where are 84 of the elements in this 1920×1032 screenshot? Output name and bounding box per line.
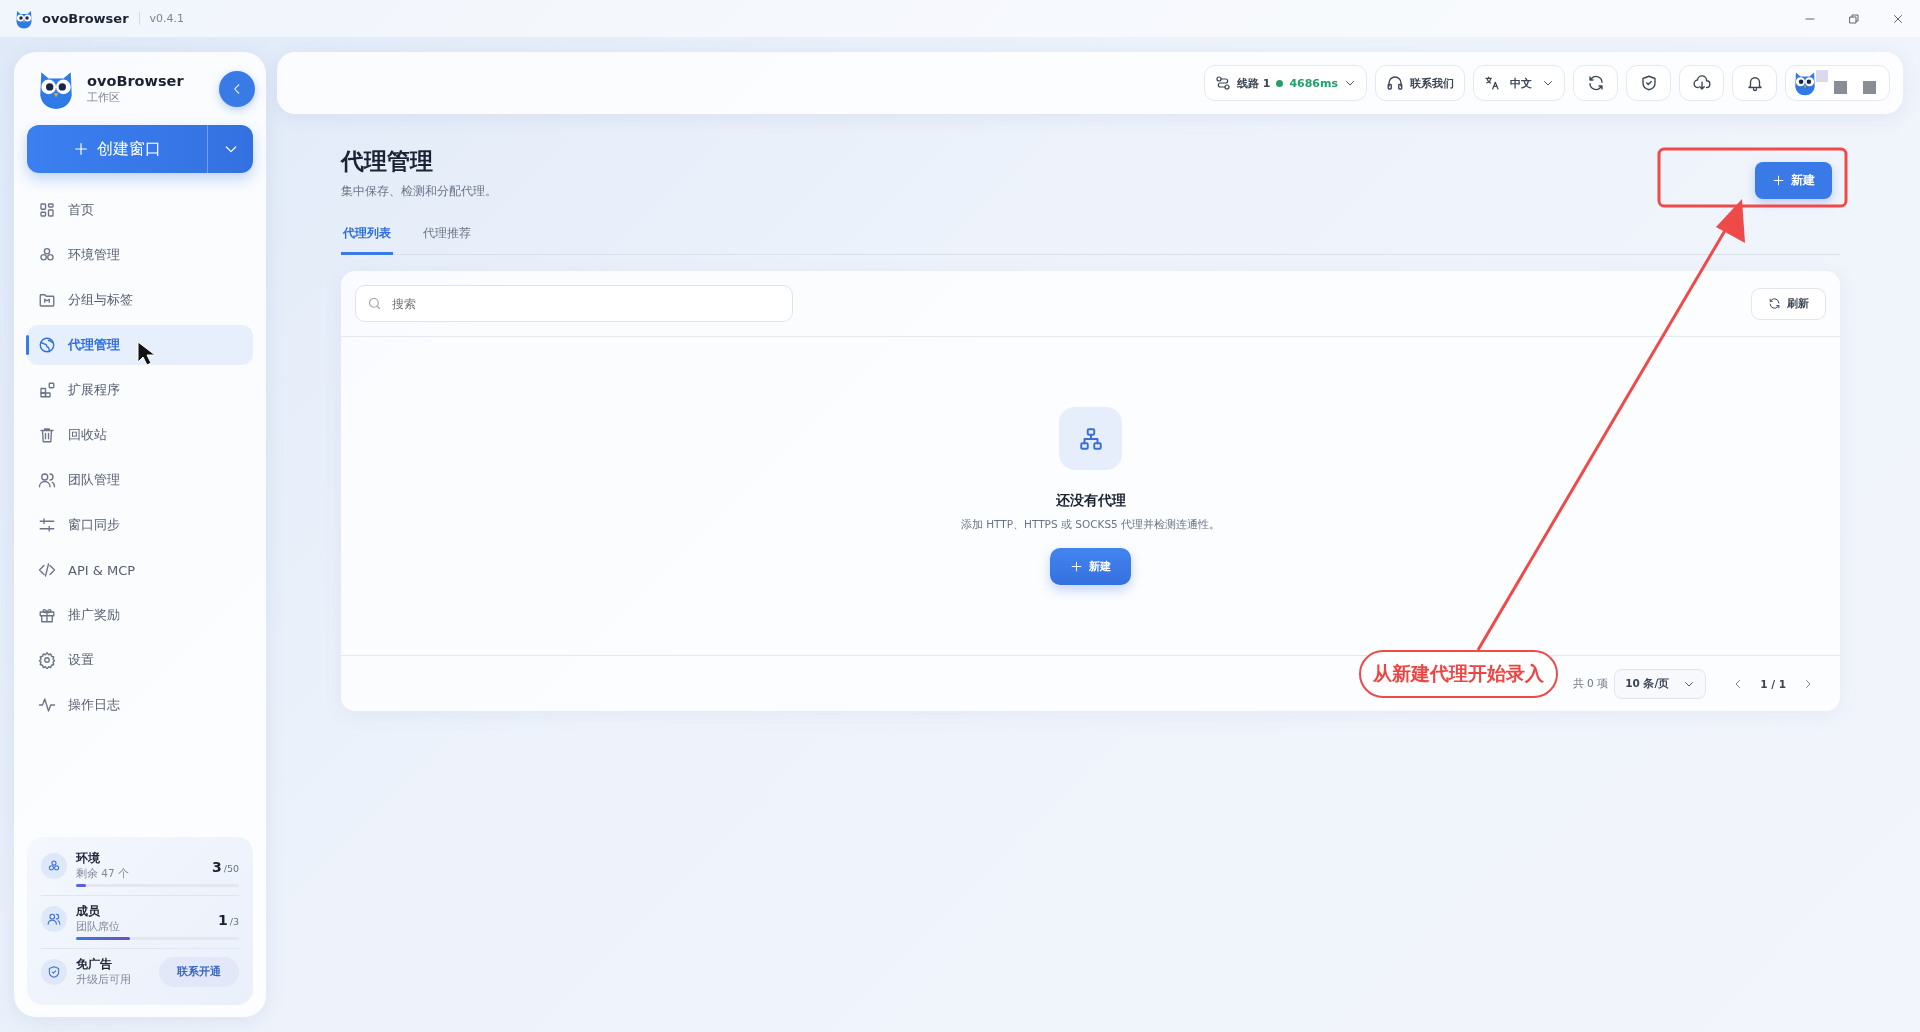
new-button[interactable]: 新建	[1755, 162, 1832, 199]
translate-icon	[1484, 75, 1500, 91]
restore-icon	[1848, 12, 1860, 25]
cursor-icon	[137, 341, 156, 366]
quota-subtitle: 升级后可用	[76, 973, 131, 987]
search-field[interactable]: 搜索	[355, 285, 793, 322]
app-logo	[14, 8, 34, 29]
contact-upgrade-button[interactable]: 联系开通	[159, 957, 239, 987]
language-selector[interactable]: 中文	[1473, 65, 1565, 101]
network-icon	[1077, 425, 1104, 452]
tab[interactable]: 代理列表	[341, 225, 393, 255]
empty-state-description: 添加 HTTP、HTTPS 或 SOCKS5 代理并检测连通性。	[960, 518, 1221, 532]
nav-item[interactable]: API & MCP	[27, 550, 253, 590]
quota-title: 成员	[76, 904, 101, 919]
annotation-callout: 从新建代理开始录入	[1359, 650, 1558, 698]
sliders-icon	[38, 516, 56, 534]
nav-item[interactable]: 推广奖励	[27, 595, 253, 635]
security-button[interactable]	[1626, 65, 1671, 101]
gear-icon	[38, 651, 56, 669]
nav-item[interactable]: 代理管理	[27, 325, 253, 365]
quota-subtitle: 团队席位	[76, 920, 120, 934]
grid-icon	[38, 201, 56, 219]
refresh-button[interactable]: 刷新	[1751, 287, 1826, 320]
quota-total: /3	[229, 915, 239, 927]
nav-item[interactable]: 设置	[27, 640, 253, 680]
nav-item[interactable]: 团队管理	[27, 460, 253, 500]
code-icon	[38, 561, 56, 579]
plus-icon	[1772, 174, 1785, 187]
activity-icon	[38, 696, 56, 714]
tab[interactable]: 代理推荐	[421, 225, 473, 255]
cloud-download-icon	[1692, 74, 1711, 92]
quota-count: 3	[211, 858, 222, 875]
page-indicator: 1 / 1	[1759, 677, 1787, 690]
quota-subtitle: 剩余 47 个	[76, 867, 130, 881]
bell-icon	[1745, 74, 1764, 92]
shield-icon	[47, 965, 61, 979]
total-count: 共 0 项	[1572, 676, 1609, 691]
quota-title: 环境	[76, 851, 101, 866]
shield-icon	[1639, 74, 1658, 92]
plus-icon	[73, 141, 89, 157]
close-icon	[1892, 12, 1904, 25]
empty-state-title: 还没有代理	[1055, 492, 1126, 510]
globe-icon	[38, 336, 56, 354]
page-title: 代理管理	[341, 147, 434, 176]
blocks-icon	[38, 381, 56, 399]
app-version: v0.4.1	[138, 12, 185, 25]
quota-total: /50	[223, 862, 239, 874]
status-dot	[1276, 79, 1284, 87]
nav-item[interactable]: 操作日志	[27, 685, 253, 725]
users-icon	[38, 471, 56, 489]
nav-item[interactable]: 环境管理	[27, 235, 253, 275]
nav-item[interactable]: 扩展程序	[27, 370, 253, 410]
nav-item[interactable]: 窗口同步	[27, 505, 253, 545]
page-size-selector[interactable]: 10 条/页	[1614, 668, 1707, 699]
nav-item[interactable]: 分组与标签	[27, 280, 253, 320]
gift-icon	[38, 606, 56, 624]
refresh-icon	[1768, 297, 1781, 310]
quota-title: 免广告	[76, 957, 113, 972]
plus-icon	[1070, 560, 1083, 573]
users-icon	[47, 912, 61, 926]
refresh-icon	[1586, 74, 1605, 92]
collapse-button[interactable]	[219, 71, 255, 107]
search-icon	[367, 296, 382, 311]
headset-icon	[1386, 74, 1404, 92]
cloud-download-button[interactable]	[1679, 65, 1724, 101]
page-subtitle: 集中保存、检测和分配代理。	[341, 184, 497, 199]
avatar-button[interactable]	[1785, 65, 1890, 101]
folder-icon	[38, 291, 56, 309]
brand-name: ovoBrowser	[87, 73, 184, 89]
trash-icon	[38, 426, 56, 444]
notification-button[interactable]	[1732, 65, 1777, 101]
app-name: ovoBrowser	[42, 11, 129, 26]
route-selector[interactable]: 线路 1 4686ms	[1203, 65, 1367, 101]
cubes-icon	[47, 859, 61, 873]
sync-button[interactable]	[1573, 65, 1618, 101]
new-proxy-button[interactable]: 新建	[1050, 548, 1131, 585]
cubes-icon	[38, 246, 56, 264]
workspace-label: 工作区	[87, 91, 121, 105]
route-icon	[1214, 75, 1231, 91]
quota-count: 1	[218, 911, 228, 928]
avatar-icon	[1792, 70, 1818, 96]
nav-item[interactable]: 回收站	[27, 415, 253, 455]
contact-button[interactable]: 联系我们	[1375, 65, 1465, 101]
nav-item[interactable]: 首页	[27, 190, 253, 230]
